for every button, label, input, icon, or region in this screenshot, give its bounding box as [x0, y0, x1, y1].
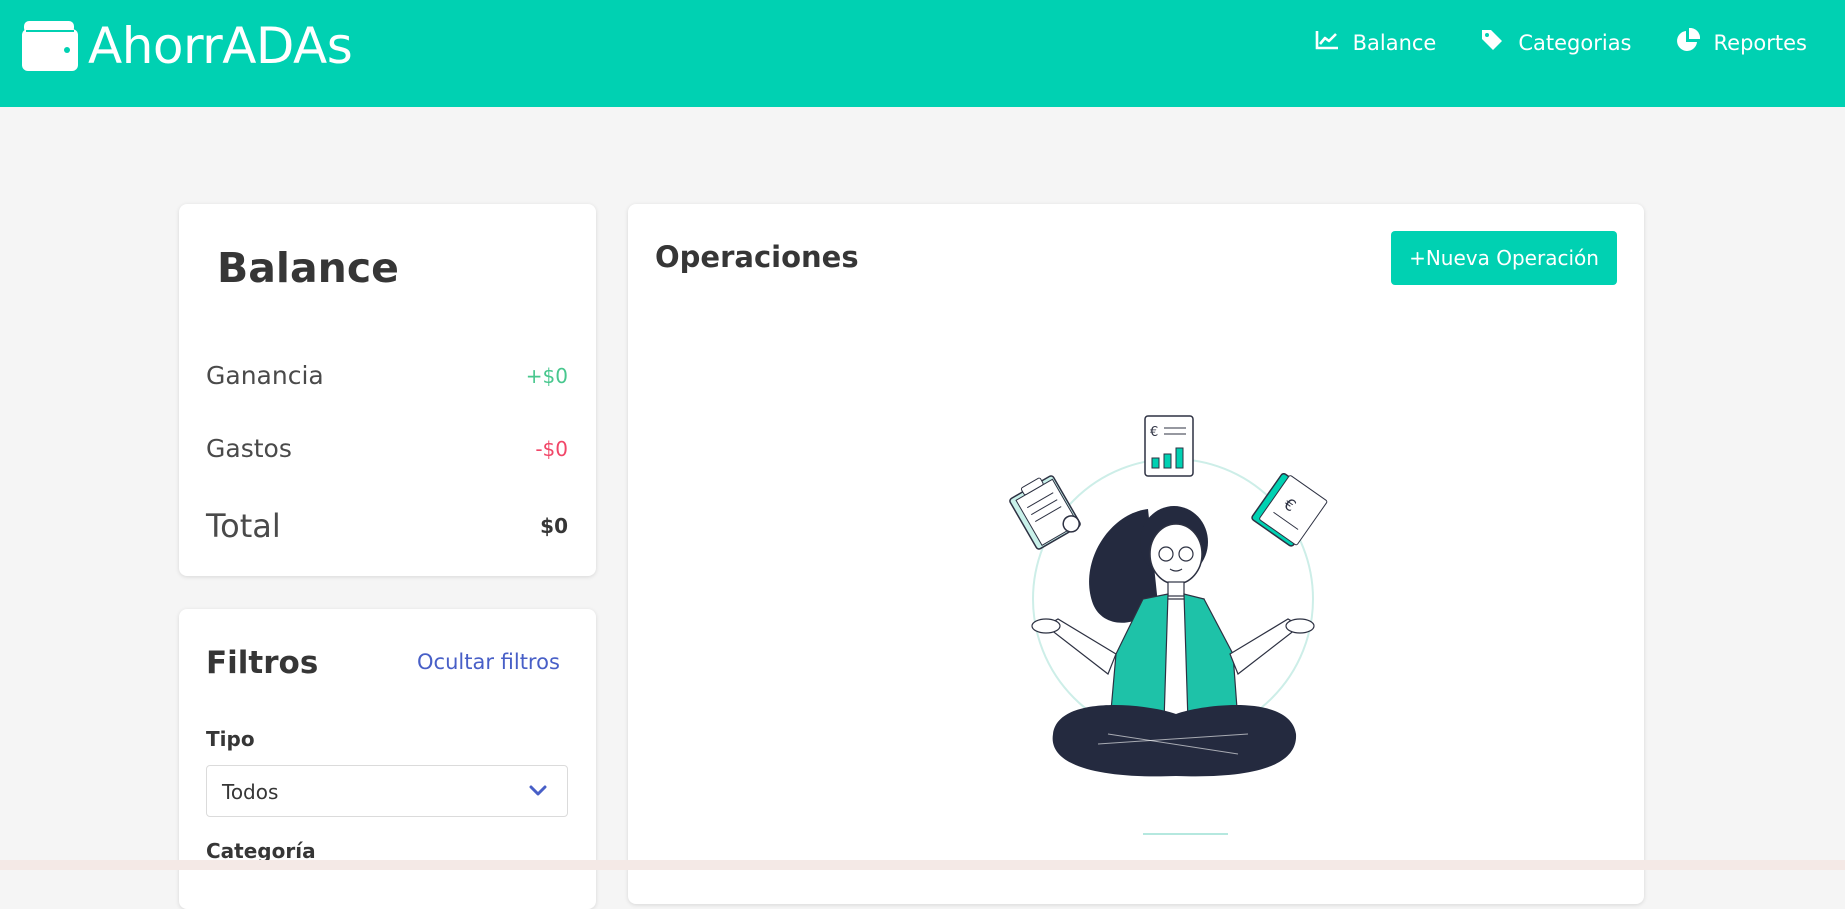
filters-title: Filtros: [206, 645, 319, 681]
balance-row-ganancia: Ganancia +$0: [206, 361, 568, 390]
nav-item-label: Categorias: [1518, 30, 1632, 55]
total-label: Total: [206, 507, 281, 545]
pie-chart-icon: [1676, 27, 1714, 57]
meditating-woman-illustration: € €: [998, 404, 1348, 848]
nav-item-label: Balance: [1352, 30, 1437, 55]
nav-item-label: Reportes: [1713, 30, 1807, 55]
balance-title: Balance: [217, 244, 399, 292]
tipo-label: Tipo: [206, 727, 255, 751]
balance-card: Balance Ganancia +$0 Gastos -$0 Total $0: [179, 204, 596, 576]
chart-line-icon: [1315, 30, 1353, 55]
nav-item-balance[interactable]: Balance: [1315, 30, 1437, 55]
gastos-value: -$0: [535, 436, 568, 461]
ganancia-value: +$0: [525, 363, 568, 388]
new-operation-button[interactable]: +Nueva Operación: [1391, 231, 1617, 285]
tag-icon: [1480, 28, 1518, 57]
chevron-down-icon: [529, 783, 547, 802]
hide-filters-link[interactable]: Ocultar filtros: [417, 650, 560, 674]
wallet-icon: [22, 21, 78, 71]
balance-row-total: Total $0: [206, 507, 568, 545]
brand[interactable]: AhorrADAs: [22, 14, 353, 78]
nav-item-categorias[interactable]: Categorias: [1480, 28, 1632, 57]
operations-title: Operaciones: [655, 240, 859, 274]
operations-card: Operaciones +Nueva Operación € €: [628, 204, 1644, 904]
total-value: $0: [540, 514, 568, 538]
ganancia-label: Ganancia: [206, 361, 324, 390]
balance-row-gastos: Gastos -$0: [206, 434, 568, 463]
brand-title: AhorrADAs: [88, 17, 353, 75]
navbar: AhorrADAs Balance Categorias Reportes: [0, 0, 1845, 107]
nav-item-reportes[interactable]: Reportes: [1676, 27, 1807, 57]
tipo-select[interactable]: Todos: [206, 765, 568, 817]
gastos-label: Gastos: [206, 434, 292, 463]
page-bottom-edge: [0, 860, 1845, 870]
svg-text:€: €: [1150, 425, 1158, 440]
nav-menu: Balance Categorias Reportes: [1271, 27, 1807, 57]
tipo-select-value: Todos: [222, 780, 279, 804]
